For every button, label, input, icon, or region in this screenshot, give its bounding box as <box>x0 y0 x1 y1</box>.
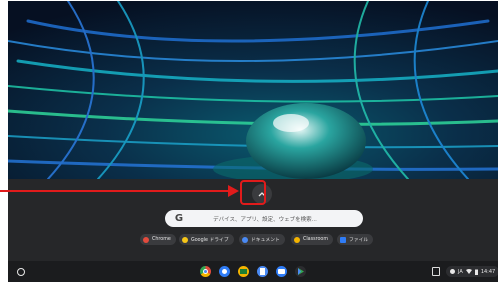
google-drive-icon <box>182 236 188 243</box>
chrome-icon[interactable] <box>200 266 211 277</box>
clock: 14:47 <box>480 268 496 275</box>
account-icon <box>450 269 455 274</box>
camera-icon[interactable] <box>219 266 230 277</box>
files-icon <box>340 236 346 243</box>
chip-google-drive[interactable]: Google ドライブ <box>179 234 234 245</box>
battery-icon <box>474 269 478 275</box>
google-docs-icon[interactable] <box>257 266 268 277</box>
chip-label: Google ドライブ <box>191 238 229 243</box>
status-area[interactable]: JA 14:47 <box>446 266 498 277</box>
launcher-search-box[interactable]: G デバイス、アプリ、設定、ウェブを検索... <box>165 210 363 227</box>
chip-label: Classroom <box>303 237 329 242</box>
wifi-icon <box>465 269 472 274</box>
chip-label: ファイル <box>349 238 369 243</box>
launcher-circle-icon[interactable] <box>17 268 25 276</box>
chromeos-desktop: G デバイス、アプリ、設定、ウェブを検索... Chrome Google ドラ… <box>8 1 498 282</box>
shelf: JA 14:47 <box>8 261 498 282</box>
clipboard-icon[interactable] <box>432 267 440 276</box>
annotation-arrow-head <box>228 185 239 197</box>
annotation-highlight-box <box>240 180 266 205</box>
search-placeholder: デバイス、アプリ、設定、ウェブを検索... <box>213 216 317 223</box>
annotation-arrow-line <box>0 190 229 192</box>
chip-files[interactable]: ファイル <box>337 234 374 245</box>
google-g-icon: G <box>174 213 184 224</box>
google-docs-icon <box>242 236 248 243</box>
chrome-icon <box>143 236 149 243</box>
suggested-apps: Chrome Google ドライブ ドキュメント Classroom ファイル <box>8 234 498 246</box>
chip-chrome[interactable]: Chrome <box>140 234 176 245</box>
play-store-icon[interactable] <box>295 266 306 277</box>
google-classroom-icon <box>294 236 300 243</box>
chip-docs[interactable]: ドキュメント <box>239 234 285 245</box>
files-icon[interactable] <box>276 266 287 277</box>
input-language: JA <box>458 268 463 275</box>
chip-label: Chrome <box>152 237 171 242</box>
chip-label: ドキュメント <box>251 238 280 243</box>
chip-classroom[interactable]: Classroom <box>291 234 334 245</box>
peacock-feather-wallpaper <box>8 1 498 179</box>
google-classroom-icon[interactable] <box>238 266 249 277</box>
